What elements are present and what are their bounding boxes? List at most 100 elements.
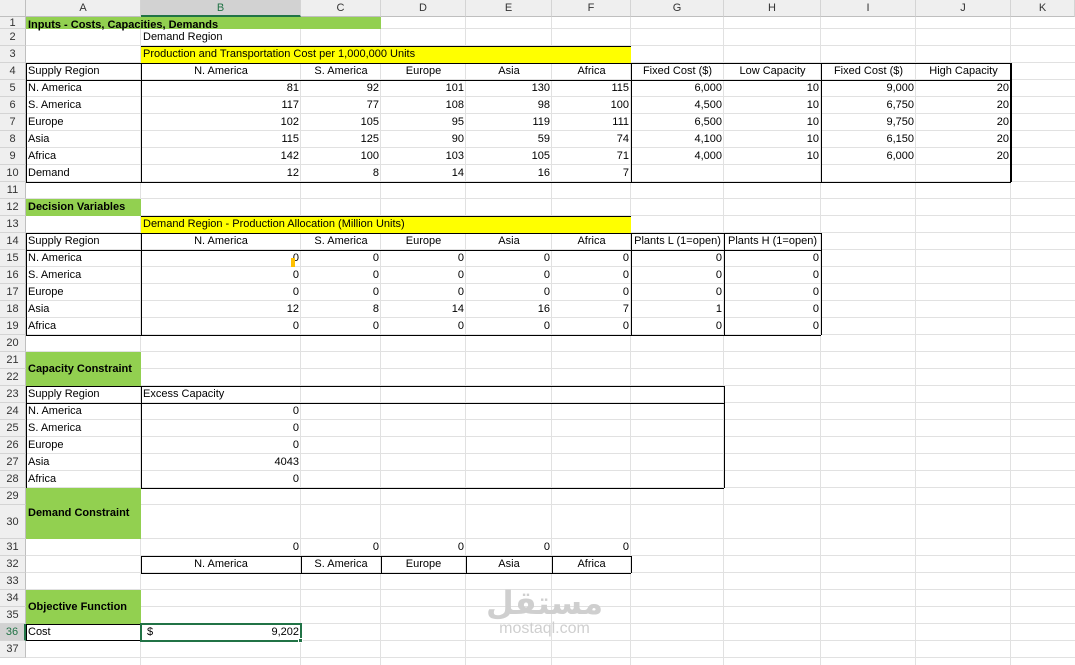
input-value[interactable]: 9,750: [821, 114, 916, 131]
row-header-19[interactable]: 19: [0, 318, 26, 335]
demand-label[interactable]: Demand: [26, 165, 141, 182]
input-value[interactable]: 20: [916, 148, 1011, 165]
allocation-value[interactable]: 0: [381, 284, 466, 301]
input-value[interactable]: 115: [141, 131, 301, 148]
row-header-7[interactable]: 7: [0, 114, 26, 131]
row-header-34[interactable]: 34: [0, 590, 26, 607]
input-value[interactable]: 117: [141, 97, 301, 114]
input-value[interactable]: 4,500: [631, 97, 724, 114]
row-header-11[interactable]: 11: [0, 182, 26, 199]
demand-constraint-value[interactable]: 0: [301, 539, 381, 556]
row-header-29[interactable]: 29: [0, 488, 26, 505]
header-supply-region[interactable]: Supply Region: [26, 63, 141, 80]
column-header-A[interactable]: A: [26, 0, 141, 17]
input-value[interactable]: 20: [916, 131, 1011, 148]
excess-capacity-value[interactable]: 0: [141, 471, 301, 488]
allocation-value[interactable]: 0: [724, 284, 821, 301]
allocation-value[interactable]: 0: [301, 318, 381, 335]
input-value[interactable]: 10: [724, 97, 821, 114]
input-value[interactable]: 111: [552, 114, 631, 131]
allocation-value[interactable]: 0: [724, 267, 821, 284]
row-header-16[interactable]: 16: [0, 267, 26, 284]
allocation-value[interactable]: 0: [552, 284, 631, 301]
input-value[interactable]: 4,100: [631, 131, 724, 148]
decision-header-2[interactable]: S. America: [301, 233, 381, 250]
supply-region-label[interactable]: N. America: [26, 403, 141, 420]
column-header-I[interactable]: I: [821, 0, 916, 17]
input-value[interactable]: 9,000: [821, 80, 916, 97]
demand-constraint-label[interactable]: S. America: [301, 556, 381, 573]
input-value[interactable]: 4,000: [631, 148, 724, 165]
supply-region-label[interactable]: Europe: [26, 284, 141, 301]
allocation-value[interactable]: 0: [141, 250, 301, 267]
allocation-value[interactable]: 0: [301, 250, 381, 267]
input-value[interactable]: 20: [916, 80, 1011, 97]
row-header-15[interactable]: 15: [0, 250, 26, 267]
allocation-value[interactable]: 0: [552, 267, 631, 284]
row-header-18[interactable]: 18: [0, 301, 26, 318]
allocation-value[interactable]: 0: [301, 267, 381, 284]
allocation-value[interactable]: 0: [631, 267, 724, 284]
allocation-value[interactable]: 0: [724, 250, 821, 267]
column-header-J[interactable]: J: [916, 0, 1011, 17]
demand-value[interactable]: 16: [466, 165, 552, 182]
allocation-value[interactable]: 0: [141, 318, 301, 335]
decision-header-7[interactable]: Plants H (1=open): [724, 233, 821, 250]
allocation-value[interactable]: 0: [724, 318, 821, 335]
excess-capacity-value[interactable]: 0: [141, 403, 301, 420]
input-value[interactable]: 10: [724, 80, 821, 97]
input-value[interactable]: 10: [724, 131, 821, 148]
column-header-E[interactable]: E: [466, 0, 552, 17]
row-header-8[interactable]: 8: [0, 131, 26, 148]
row-header-35[interactable]: 35: [0, 607, 26, 624]
excess-capacity-value[interactable]: 4043: [141, 454, 301, 471]
input-value[interactable]: 108: [381, 97, 466, 114]
objective-title[interactable]: Objective Function: [26, 590, 141, 624]
row-header-2[interactable]: 2: [0, 29, 26, 46]
row-header-5[interactable]: 5: [0, 80, 26, 97]
row-header-36[interactable]: 36: [0, 624, 26, 641]
row-header-3[interactable]: 3: [0, 46, 26, 63]
header-s-america[interactable]: S. America: [301, 63, 381, 80]
header-n-america[interactable]: N. America: [141, 63, 301, 80]
demand-constraint-value[interactable]: 0: [141, 539, 301, 556]
input-value[interactable]: 59: [466, 131, 552, 148]
supply-region-label[interactable]: S. America: [26, 97, 141, 114]
input-value[interactable]: 81: [141, 80, 301, 97]
cost-value[interactable]: 9,202: [141, 624, 301, 641]
capacity-header-supply[interactable]: Supply Region: [26, 386, 141, 403]
supply-region-label[interactable]: Africa: [26, 471, 141, 488]
decision-header-3[interactable]: Europe: [381, 233, 466, 250]
decision-header-6[interactable]: Plants L (1=open): [631, 233, 724, 250]
allocation-value[interactable]: 0: [466, 318, 552, 335]
input-value[interactable]: 100: [301, 148, 381, 165]
column-header-F[interactable]: F: [552, 0, 631, 17]
demand-constraint-label[interactable]: Africa: [552, 556, 631, 573]
row-header-26[interactable]: 26: [0, 437, 26, 454]
demand-region-label[interactable]: Demand Region: [141, 29, 301, 46]
input-value[interactable]: 125: [301, 131, 381, 148]
allocation-value[interactable]: 0: [631, 250, 724, 267]
allocation-value[interactable]: 0: [466, 284, 552, 301]
allocation-value[interactable]: 16: [466, 301, 552, 318]
input-value[interactable]: 105: [301, 114, 381, 131]
demand-constraint-value[interactable]: 0: [381, 539, 466, 556]
allocation-value[interactable]: 0: [466, 267, 552, 284]
input-value[interactable]: 71: [552, 148, 631, 165]
row-header-23[interactable]: 23: [0, 386, 26, 403]
input-value[interactable]: 20: [916, 114, 1011, 131]
supply-region-label[interactable]: Europe: [26, 437, 141, 454]
cost-caption[interactable]: Production and Transportation Cost per 1…: [141, 46, 631, 63]
row-header-20[interactable]: 20: [0, 335, 26, 352]
decision-title[interactable]: Decision Variables: [26, 199, 141, 216]
input-value[interactable]: 6,000: [631, 80, 724, 97]
row-header-25[interactable]: 25: [0, 420, 26, 437]
allocation-value[interactable]: 0: [381, 267, 466, 284]
supply-region-label[interactable]: Africa: [26, 318, 141, 335]
supply-region-label[interactable]: N. America: [26, 80, 141, 97]
row-header-4[interactable]: 4: [0, 63, 26, 80]
supply-region-label[interactable]: N. America: [26, 250, 141, 267]
column-header-B[interactable]: B: [141, 0, 301, 17]
row-header-27[interactable]: 27: [0, 454, 26, 471]
demand-value[interactable]: 14: [381, 165, 466, 182]
